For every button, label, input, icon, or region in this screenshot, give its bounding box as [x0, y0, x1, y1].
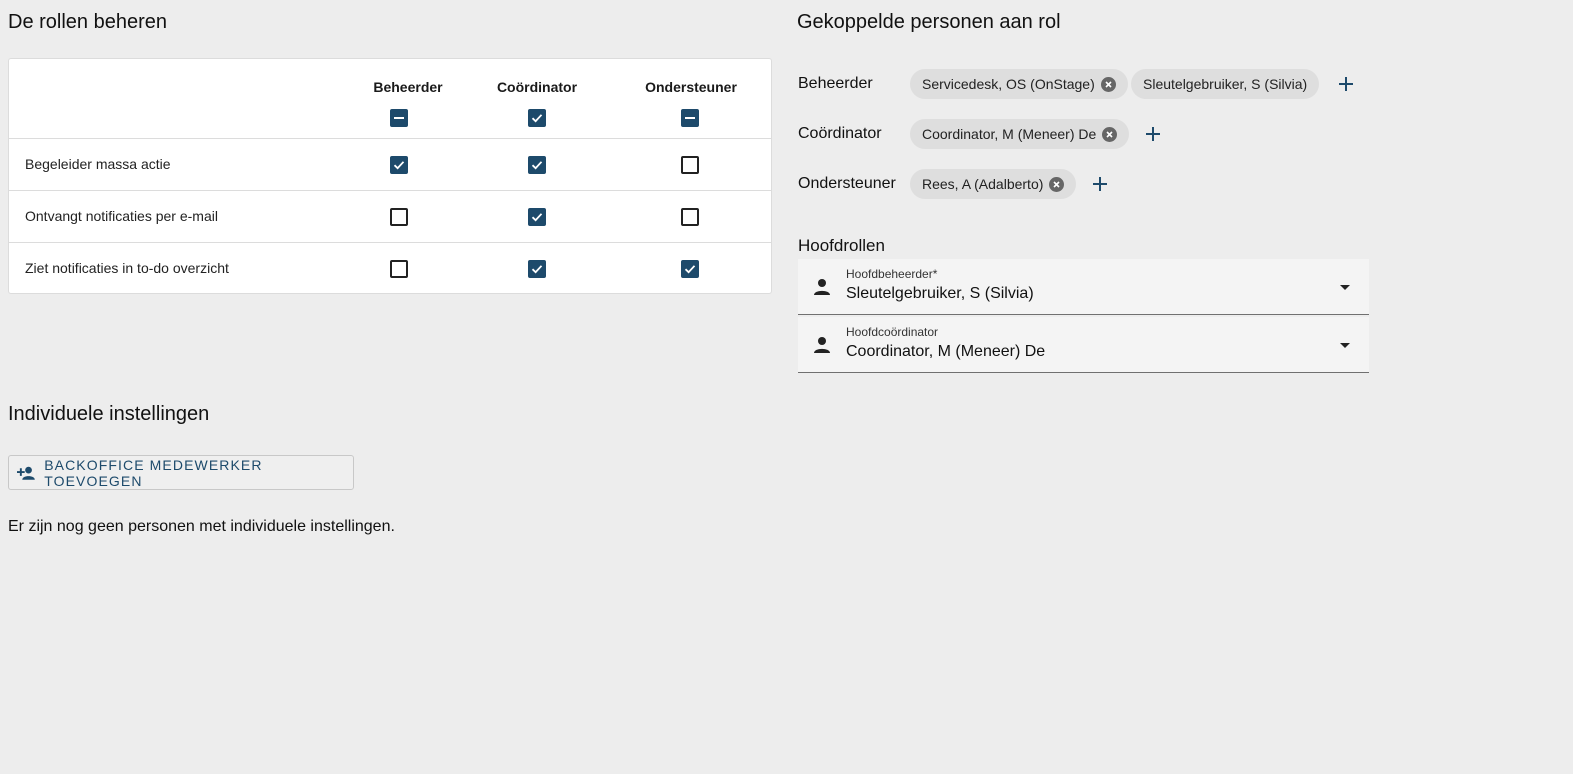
individual-settings-title: Individuele instellingen	[8, 403, 210, 425]
chip-label: Sleutelgebruiker, S (Silvia)	[1143, 76, 1308, 92]
row-label: Begeleider massa actie	[25, 156, 171, 172]
remove-chip-icon[interactable]	[1102, 126, 1118, 142]
button-label: BACKOFFICE MEDEWERKER TOEVOEGEN	[44, 456, 263, 489]
person-icon	[814, 337, 830, 353]
roles-title: De rollen beheren	[8, 11, 167, 33]
select-all-ondersteuner-checkbox[interactable]	[681, 109, 699, 127]
column-header-beheerder: Beheerder	[373, 79, 443, 95]
chip-label: Rees, A (Adalberto)	[922, 176, 1044, 192]
table-row: Begeleider massa actie	[9, 138, 771, 191]
checkbox-coordinator[interactable]	[528, 208, 546, 226]
linked-persons-title: Gekoppelde personen aan rol	[797, 11, 1061, 33]
remove-chip-icon[interactable]	[1049, 176, 1065, 192]
checkbox-coordinator[interactable]	[528, 156, 546, 174]
table-row: Ontvangt notificaties per e-mail	[9, 190, 771, 243]
add-person-ondersteuner-icon[interactable]	[1090, 174, 1110, 194]
checkbox-beheerder[interactable]	[390, 156, 408, 174]
field-value: Sleutelgebruiker, S (Silvia)	[846, 285, 1034, 302]
field-label: Hoofdcoördinator	[846, 325, 939, 339]
checkbox-ondersteuner[interactable]	[681, 156, 699, 174]
role-label-beheerder: Beheerder	[798, 75, 873, 92]
person-chip[interactable]: Sleutelgebruiker, S (Silvia)	[1131, 69, 1320, 99]
role-label-coordinator: Coördinator	[798, 125, 882, 142]
checkbox-ondersteuner[interactable]	[681, 260, 699, 278]
row-label: Ontvangt notificaties per e-mail	[25, 208, 218, 224]
remove-chip-icon[interactable]	[1100, 76, 1116, 92]
dropdown-arrow-icon[interactable]	[1339, 341, 1351, 349]
checkbox-ondersteuner[interactable]	[681, 208, 699, 226]
field-label: Hoofdbeheerder*	[846, 267, 938, 281]
empty-state-message: Er zijn nog geen personen met individuel…	[8, 518, 395, 535]
checkbox-beheerder[interactable]	[390, 208, 408, 226]
column-header-ondersteuner: Ondersteuner	[645, 79, 737, 95]
checkbox-beheerder[interactable]	[390, 260, 408, 278]
add-backoffice-employee-button[interactable]: BACKOFFICE MEDEWERKER TOEVOEGEN	[8, 455, 354, 490]
person-icon	[814, 279, 830, 295]
chip-label: Coordinator, M (Meneer) De	[922, 126, 1097, 142]
select-all-coordinator-checkbox[interactable]	[528, 109, 546, 127]
add-person-beheerder-icon[interactable]	[1336, 74, 1356, 94]
checkbox-coordinator[interactable]	[528, 260, 546, 278]
add-person-coordinator-icon[interactable]	[1143, 124, 1163, 144]
hoofdbeheerder-select[interactable]: Hoofdbeheerder* Sleutelgebruiker, S (Sil…	[798, 259, 1369, 315]
person-chip[interactable]: Coordinator, M (Meneer) De	[910, 119, 1130, 149]
field-value: Coordinator, M (Meneer) De	[846, 343, 1046, 360]
row-label: Ziet notificaties in to-do overzicht	[25, 260, 229, 276]
hoofdcoordinator-select[interactable]: Hoofdcoördinator Coordinator, M (Meneer)…	[798, 317, 1369, 373]
column-header-coordinator: Coördinator	[496, 79, 578, 95]
roles-permission-table: Beheerder Coördinator Ondersteuner Begel…	[8, 58, 772, 294]
role-label-ondersteuner: Ondersteuner	[798, 175, 896, 192]
chip-label: Servicedesk, OS (OnStage)	[922, 76, 1095, 92]
select-all-beheerder-checkbox[interactable]	[390, 109, 408, 127]
table-row: Ziet notificaties in to-do overzicht	[9, 242, 771, 295]
person-add-icon	[17, 466, 35, 480]
dropdown-arrow-icon[interactable]	[1339, 283, 1351, 291]
main-roles-title: Hoofdrollen	[798, 236, 885, 255]
person-chip[interactable]: Rees, A (Adalberto)	[910, 169, 1077, 199]
person-chip[interactable]: Servicedesk, OS (OnStage)	[910, 69, 1128, 99]
